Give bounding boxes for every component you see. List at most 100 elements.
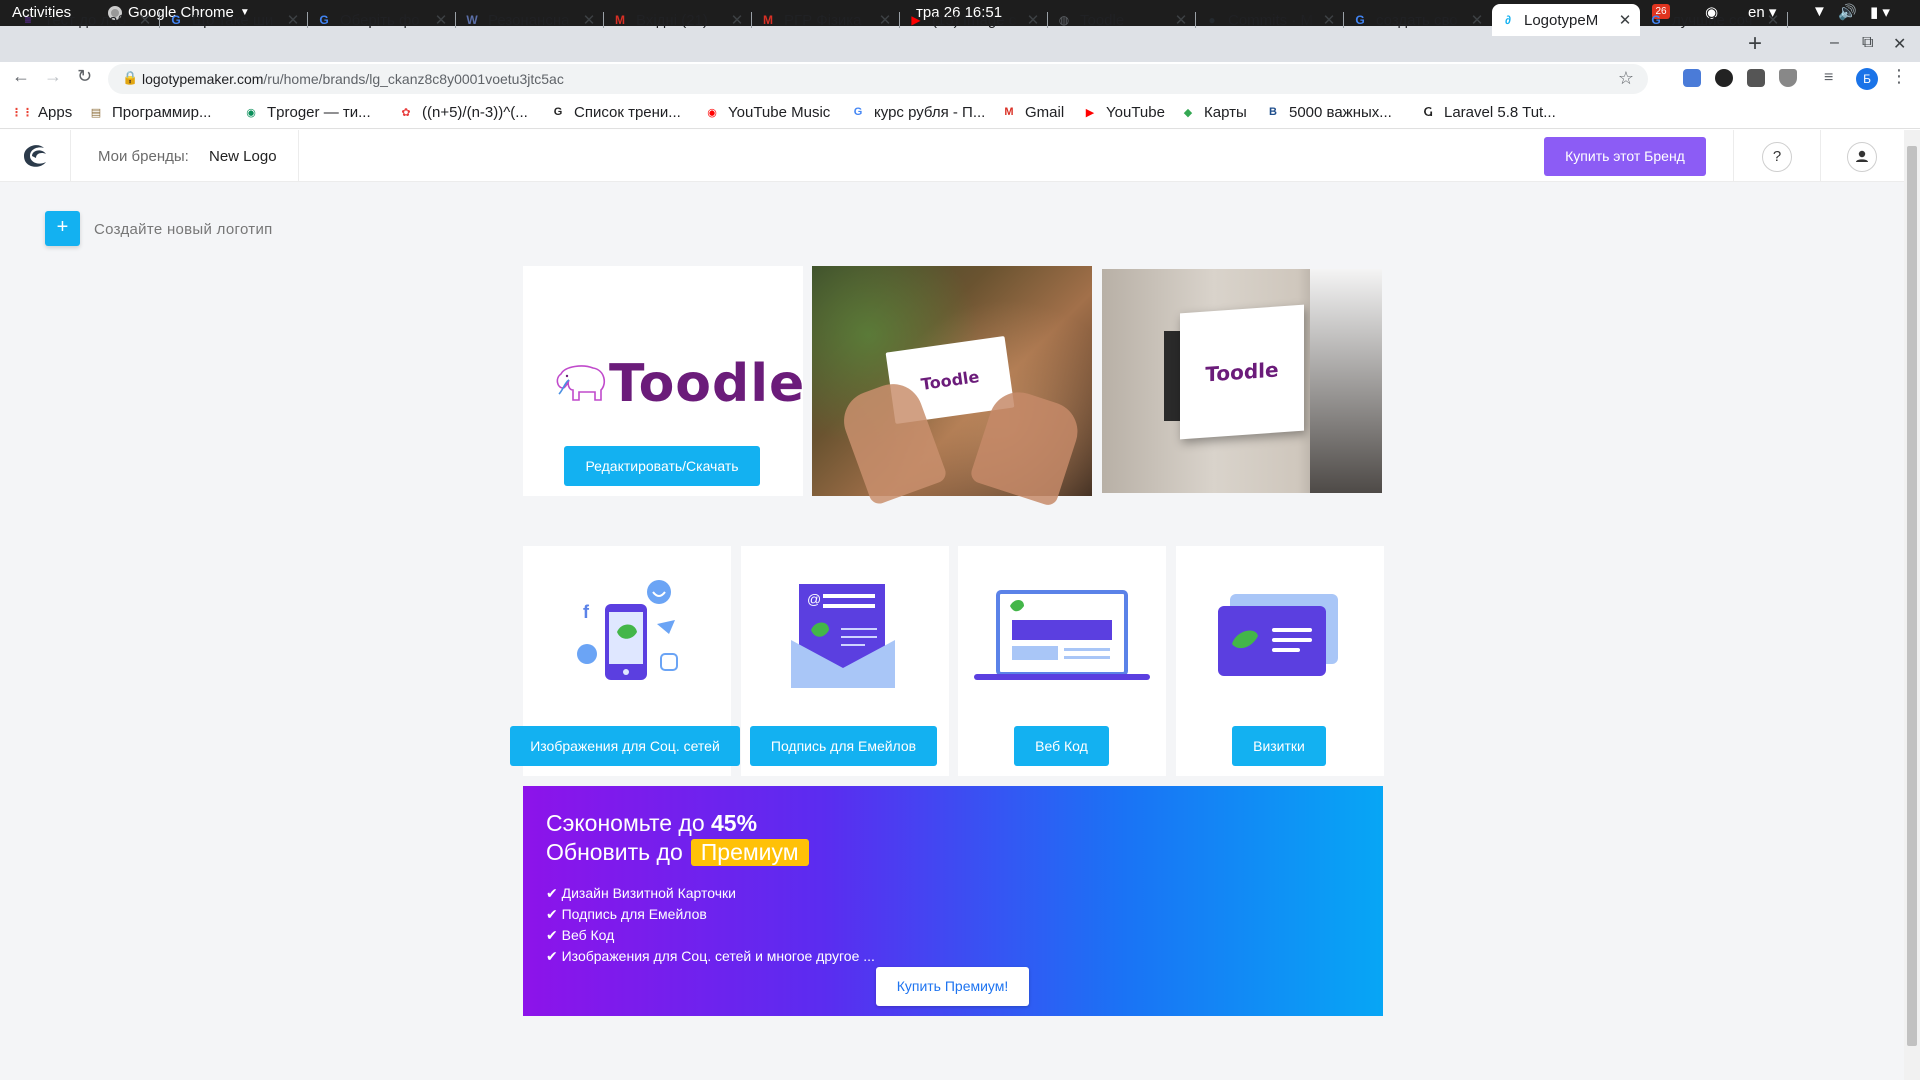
browser-tab[interactable]: Gлучшие соч ✕ <box>1640 4 1788 36</box>
bookmark-item[interactable]: ▶ YouTube <box>1082 101 1165 123</box>
close-tab-icon[interactable]: ✕ <box>138 11 152 29</box>
tab-title: Тест до лаб <box>44 11 127 29</box>
bookmark-label: YouTube Music <box>728 103 831 121</box>
tab-title: лучшие соч <box>1672 11 1753 29</box>
close-tab-icon[interactable]: ✕ <box>1618 11 1632 29</box>
google-icon: G <box>1651 13 1661 27</box>
business-cards-button[interactable]: Визитки <box>1232 726 1326 766</box>
bookmark-item[interactable]: ◉ Tproger — ти... <box>243 101 370 123</box>
gmail-icon: M <box>615 13 625 27</box>
window-shape <box>1310 269 1382 493</box>
browser-tab[interactable]: G Що таке ши ✕ <box>160 4 308 36</box>
svg-text:f: f <box>583 602 590 622</box>
buy-premium-button[interactable]: Купить Премиум! <box>876 967 1029 1006</box>
scrollbar-thumb[interactable] <box>1907 146 1917 1046</box>
business-card-icon <box>1218 594 1338 676</box>
social-images-button[interactable]: Изображения для Соц. сетей <box>510 726 740 766</box>
browser-menu-icon[interactable]: ⋮ <box>1890 66 1908 87</box>
profile-avatar[interactable]: Б <box>1856 68 1878 90</box>
new-tab-button[interactable]: + <box>1748 30 1762 58</box>
minimize-icon[interactable]: – <box>1830 34 1839 52</box>
close-window-icon[interactable]: ✕ <box>1893 34 1906 54</box>
logotypemaker-logo-icon[interactable] <box>18 140 52 172</box>
close-tab-icon[interactable]: ✕ <box>434 11 448 29</box>
bookmark-item[interactable]: ▤ Программир... <box>88 101 212 123</box>
browser-tab[interactable]: ▶ (15) Image c ✕ <box>900 4 1048 36</box>
close-tab-icon[interactable]: ✕ <box>286 11 300 29</box>
close-tab-icon[interactable]: ✕ <box>1174 11 1188 29</box>
forward-icon[interactable]: → <box>44 66 62 87</box>
close-tab-icon[interactable]: ✕ <box>1026 11 1040 29</box>
browser-tab[interactable]: ● Commits · M ✕ <box>1196 4 1344 36</box>
playlist-icon[interactable]: ≡ <box>1824 69 1842 87</box>
bookmark-label: Apps <box>38 103 73 121</box>
close-tab-icon[interactable]: ✕ <box>878 11 892 29</box>
b-icon: B <box>1269 106 1277 118</box>
translate-extension-icon[interactable] <box>1683 69 1701 87</box>
reload-icon[interactable]: ↻ <box>77 66 92 87</box>
tab-title: Вхідні (21) <box>636 11 708 29</box>
promo-item: ✔ Подпись для Емейлов <box>546 906 707 922</box>
volume-icon[interactable]: 🔊 <box>1838 3 1857 21</box>
user-account-button[interactable] <box>1847 142 1877 172</box>
buy-brand-button[interactable]: Купить этот Бренд <box>1544 137 1706 176</box>
close-tab-icon[interactable]: ✕ <box>1470 11 1484 29</box>
settings-extension-icon[interactable] <box>1747 69 1765 87</box>
promo-item: ✔ Изображения для Соц. сетей и многое др… <box>546 948 875 964</box>
close-tab-icon[interactable]: ✕ <box>1766 11 1780 29</box>
bookmark-item[interactable]: ⋮⋮ Apps <box>11 101 73 123</box>
bookmark-item[interactable]: ✿ ((n+5)/(n-3))^(... <box>398 101 527 123</box>
battery-icon[interactable]: ▮ ▾ <box>1870 3 1890 21</box>
shield-extension-icon[interactable] <box>1779 69 1797 87</box>
sign-mockup-image[interactable]: Toodle <box>1102 269 1382 493</box>
back-icon[interactable]: ← <box>12 66 30 87</box>
premium-badge: Премиум <box>690 839 809 866</box>
bookmark-item[interactable]: ◆ Карты <box>1180 101 1247 123</box>
bookmark-label: курс рубля - П... <box>874 103 986 121</box>
url-text[interactable]: logotypemaker.com/ru/home/brands/lg_ckan… <box>142 71 564 87</box>
browser-tab[interactable]: G Оберіть фо ✕ <box>308 4 456 36</box>
lock-icon[interactable]: 🔒 <box>122 70 138 86</box>
help-button[interactable]: ? <box>1762 142 1792 172</box>
tab-separator <box>1787 12 1788 28</box>
logotypemaker-icon: ∂ <box>1505 13 1511 27</box>
bookmark-item[interactable]: ◉ YouTube Music <box>704 101 830 123</box>
bookmark-item[interactable]: B 5000 важных... <box>1265 101 1392 123</box>
bookmark-item[interactable]: G Список трени... <box>550 101 681 123</box>
form-icon: ≡ <box>24 13 32 27</box>
restore-icon[interactable]: ⧉ <box>1862 34 1873 52</box>
wolfram-icon: ✿ <box>401 106 411 119</box>
bookmark-item[interactable]: Gкурс рубля - П... <box>850 101 986 123</box>
browser-tab[interactable]: M РГР Фізика ✕ <box>752 4 900 36</box>
edit-download-button[interactable]: Редактировать/Скачать <box>564 446 760 486</box>
laravel-icon: Ⴚ <box>1423 106 1433 119</box>
create-logo-button[interactable]: + <box>45 211 80 246</box>
browser-tab[interactable]: ∂ LogotypeM ✕ <box>1492 4 1640 36</box>
bookmark-item[interactable]: Ⴚ Laravel 5.8 Tut... <box>1420 101 1556 123</box>
wikipedia-icon: W <box>466 13 478 27</box>
close-tab-icon[interactable]: ✕ <box>582 11 596 29</box>
browser-tab[interactable]: W Резонансна ✕ <box>456 4 604 36</box>
wifi-icon[interactable]: ▼ <box>1812 3 1827 20</box>
browser-tab[interactable]: ◍ Toodle ✕ <box>1048 4 1196 36</box>
browser-tab[interactable]: M Вхідні (21) ✕ <box>604 4 752 36</box>
user-icon <box>1856 150 1868 162</box>
extension-icon[interactable] <box>1715 69 1733 87</box>
bookmark-item[interactable]: M Gmail <box>1001 101 1064 123</box>
tab-title: Резонансна <box>488 11 570 29</box>
github-icon: ● <box>1208 13 1216 27</box>
address-bar[interactable]: 🔒 logotypemaker.com/ru/home/brands/lg_ck… <box>108 64 1648 94</box>
business-card-mockup-image[interactable]: Toodle <box>812 266 1092 508</box>
brand-name[interactable]: New Logo <box>209 148 277 165</box>
google-icon: G <box>171 13 181 27</box>
browser-tab[interactable]: ≡ Тест до лаб ✕ <box>12 4 160 36</box>
create-logo-label[interactable]: Создайте новый логотип <box>94 221 273 238</box>
close-tab-icon[interactable]: ✕ <box>1322 11 1336 29</box>
browser-tab[interactable]: Gсоздать сво ✕ <box>1344 4 1492 36</box>
web-code-button[interactable]: Веб Код <box>1014 726 1109 766</box>
tab-title: создать сво <box>1376 11 1458 29</box>
bookmark-star-icon[interactable]: ☆ <box>1618 68 1634 89</box>
close-tab-icon[interactable]: ✕ <box>730 11 744 29</box>
google-icon: G <box>1355 13 1365 27</box>
email-signature-button[interactable]: Подпись для Емейлов <box>750 726 937 766</box>
